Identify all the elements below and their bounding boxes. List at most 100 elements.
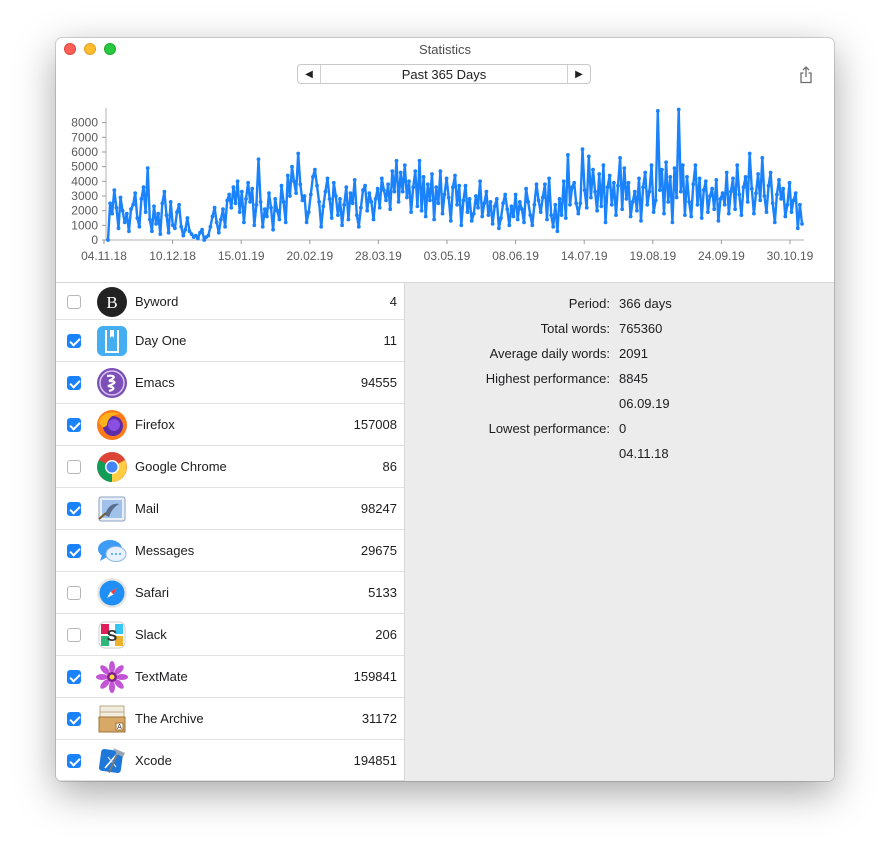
highest-performance-date: 06.09.19: [619, 396, 670, 411]
next-period-button[interactable]: ▶: [567, 65, 590, 83]
share-icon[interactable]: [798, 66, 814, 84]
chrome-icon: [96, 451, 128, 483]
app-checkbox[interactable]: [67, 586, 81, 600]
daily-words-point: [338, 197, 342, 201]
daily-words-point: [768, 170, 773, 175]
app-checkbox[interactable]: [67, 376, 81, 390]
app-checkbox[interactable]: [67, 544, 81, 558]
y-tick-label: 5000: [71, 160, 98, 174]
daily-words-point: [553, 202, 558, 207]
app-checkbox[interactable]: [67, 418, 81, 432]
daily-words-point: [392, 189, 397, 194]
app-row-messages[interactable]: Messages 29675: [56, 530, 404, 572]
daily-words-point: [411, 185, 416, 190]
daily-words-point: [327, 197, 332, 201]
period-stat-label: Period:: [568, 296, 610, 311]
app-checkbox[interactable]: [67, 460, 81, 474]
daily-words-point: [641, 185, 645, 190]
daily-words-point: [208, 224, 213, 229]
x-tick-label: 24.09.19: [698, 249, 745, 263]
daily-words-point: [718, 197, 723, 201]
daily-words-point: [494, 197, 499, 201]
daily-words-point: [396, 200, 401, 204]
daily-words-point: [354, 213, 359, 217]
app-checkbox[interactable]: [67, 754, 81, 768]
app-checkbox[interactable]: [67, 334, 81, 348]
app-row-the-archive[interactable]: A The Archive 31172: [56, 698, 404, 740]
daily-words-point: [166, 230, 171, 235]
period-selector: ◀ Past 365 Days ▶: [297, 64, 591, 84]
app-row-emacs[interactable]: Emacs 94555: [56, 362, 404, 404]
daily-words-point: [304, 220, 309, 225]
daily-words-point: [568, 202, 572, 207]
daily-words-point: [386, 182, 390, 187]
app-row-day-one[interactable]: Day One 11: [56, 320, 404, 362]
daily-words-point: [365, 208, 370, 213]
daily-words-point: [306, 210, 311, 214]
app-checkbox[interactable]: [67, 670, 81, 684]
daily-words-point: [685, 175, 689, 179]
daily-words-point: [457, 183, 462, 188]
daily-words-point: [706, 210, 710, 214]
daily-words-point: [436, 201, 441, 206]
daily-words-point: [526, 200, 531, 204]
daily-words-point: [200, 227, 205, 232]
app-checkbox[interactable]: [67, 502, 81, 516]
daily-words-point: [311, 175, 315, 179]
app-name: The Archive: [135, 711, 204, 726]
daily-words-point: [513, 192, 518, 197]
app-row-xcode[interactable]: Xcode 194851: [56, 740, 404, 781]
daily-words-point: [576, 211, 581, 216]
app-row-byword[interactable]: B Byword 4: [56, 283, 404, 320]
daily-words-point: [639, 219, 643, 223]
daily-words-point: [693, 163, 698, 168]
daily-words-point: [265, 214, 269, 219]
daily-words-point: [649, 163, 654, 168]
highest-performance-value: 8845: [619, 371, 648, 386]
app-name: Xcode: [135, 753, 172, 768]
app-word-count: 194851: [353, 753, 397, 768]
daily-words-point: [712, 207, 717, 212]
daily-words-point: [697, 176, 702, 181]
daily-words-point: [152, 204, 156, 209]
daily-words-point: [139, 197, 144, 201]
app-row-mail[interactable]: Mail 98247: [56, 488, 404, 530]
x-tick-label: 15.01.19: [218, 249, 265, 263]
daily-words-point: [695, 202, 700, 207]
daily-words-point: [770, 201, 775, 206]
daily-words-point: [308, 192, 313, 197]
daily-words-point: [561, 179, 566, 184]
daily-words-point: [421, 175, 426, 179]
daily-words-point: [607, 173, 612, 178]
app-row-firefox[interactable]: Firefox 157008: [56, 404, 404, 446]
daily-words-point: [752, 211, 756, 216]
app-checkbox[interactable]: [67, 295, 81, 309]
daily-words-point: [574, 201, 579, 206]
daily-words-point: [524, 186, 528, 191]
daily-words-point: [223, 224, 228, 229]
app-row-safari[interactable]: Safari 5133: [56, 572, 404, 614]
daily-words-point: [760, 156, 765, 160]
daily-words-point: [455, 202, 459, 207]
app-row-textmate[interactable]: TextMate 159841: [56, 656, 404, 698]
previous-period-button[interactable]: ◀: [298, 65, 321, 83]
daily-words-point: [517, 200, 522, 204]
title-bar: Statistics: [56, 38, 834, 60]
daily-words-point: [515, 217, 520, 222]
daily-words-point: [340, 223, 344, 228]
daily-words-point: [789, 210, 794, 214]
app-row-slack[interactable]: S Slack 206: [56, 614, 404, 656]
daily-words-point: [463, 183, 468, 188]
app-checkbox[interactable]: [67, 628, 81, 642]
daily-words-point: [162, 189, 167, 194]
daily-words-point: [534, 182, 539, 187]
daily-words-point: [348, 191, 353, 195]
daily-words-point: [158, 232, 163, 237]
daily-words-point: [296, 151, 301, 156]
daily-words-point: [486, 213, 491, 217]
app-row-google-chrome[interactable]: Google Chrome 86: [56, 446, 404, 488]
period-label[interactable]: Past 365 Days: [321, 67, 567, 82]
daily-words-point: [635, 208, 639, 213]
app-checkbox[interactable]: [67, 712, 81, 726]
x-tick-label: 20.02.19: [286, 249, 333, 263]
